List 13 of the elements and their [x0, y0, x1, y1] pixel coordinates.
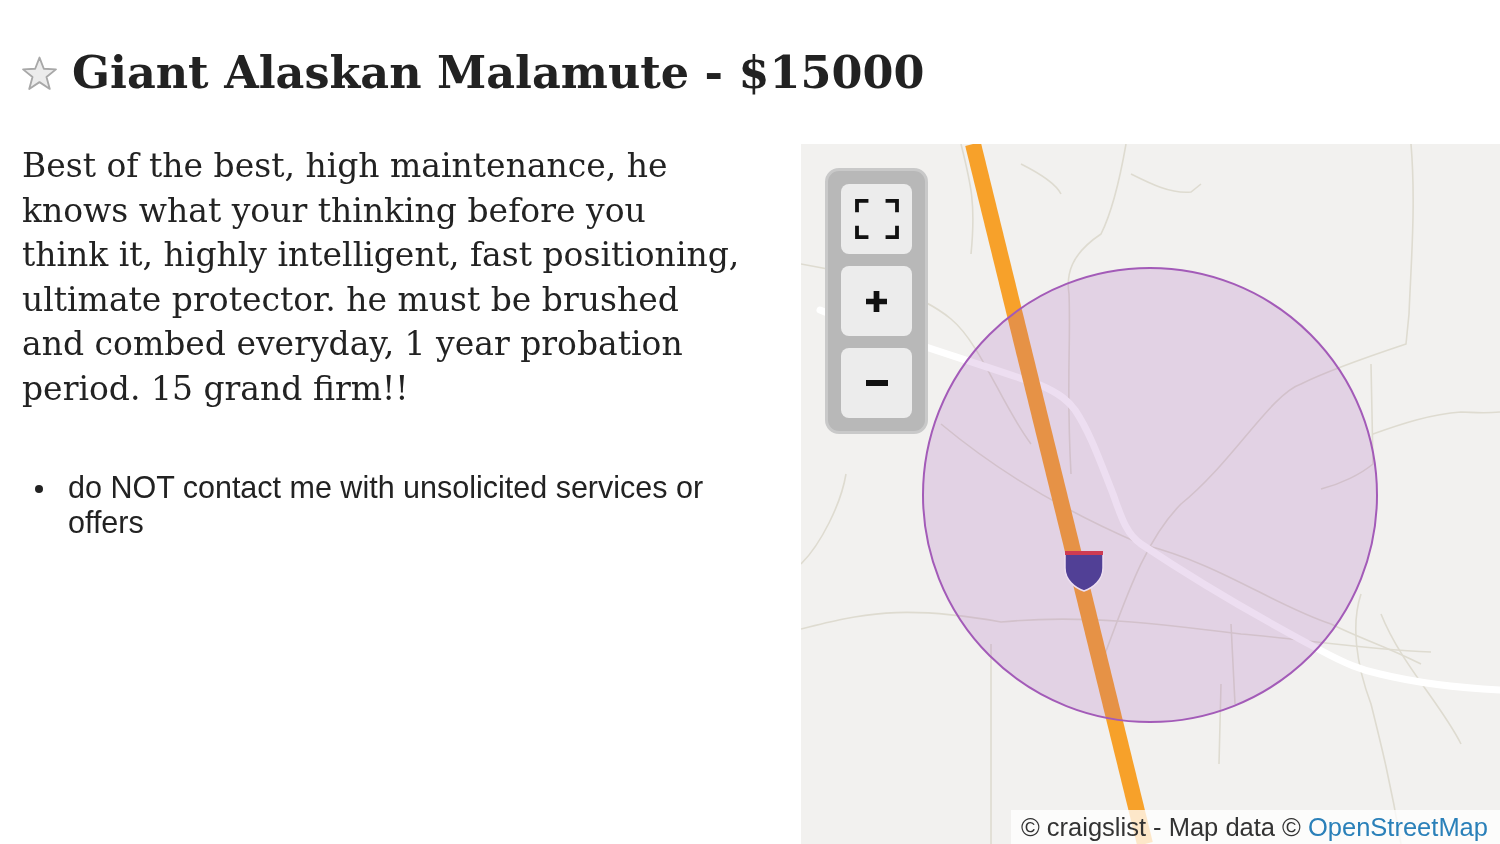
- zoom-in-button[interactable]: [841, 266, 912, 336]
- plus-icon: [866, 290, 887, 312]
- attribution-link[interactable]: OpenStreetMap: [1307, 813, 1488, 841]
- bullet-icon: [35, 484, 43, 493]
- notice-text: do NOT contact me with unsolicited services or offers: [68, 469, 705, 540]
- fullscreen-icon: [854, 199, 899, 239]
- listing-description: Best of the best, high maintenance, he knows what your thinking before you think it, highly intelligent, fast positioning, ultimate protector. he must be brushed and combed everyday, 1 year probation period. 15 grand firm!!: [22, 145, 741, 410]
- listing-title: Giant Alaskan Malamute - $15000: [72, 45, 925, 100]
- minus-icon: [865, 380, 888, 386]
- zoom-out-button[interactable]: [841, 348, 912, 418]
- map-attribution: © craigslist - Map data © OpenStreetMap: [1010, 810, 1500, 844]
- star-outline-icon[interactable]: [21, 56, 58, 91]
- fullscreen-button[interactable]: [841, 184, 912, 254]
